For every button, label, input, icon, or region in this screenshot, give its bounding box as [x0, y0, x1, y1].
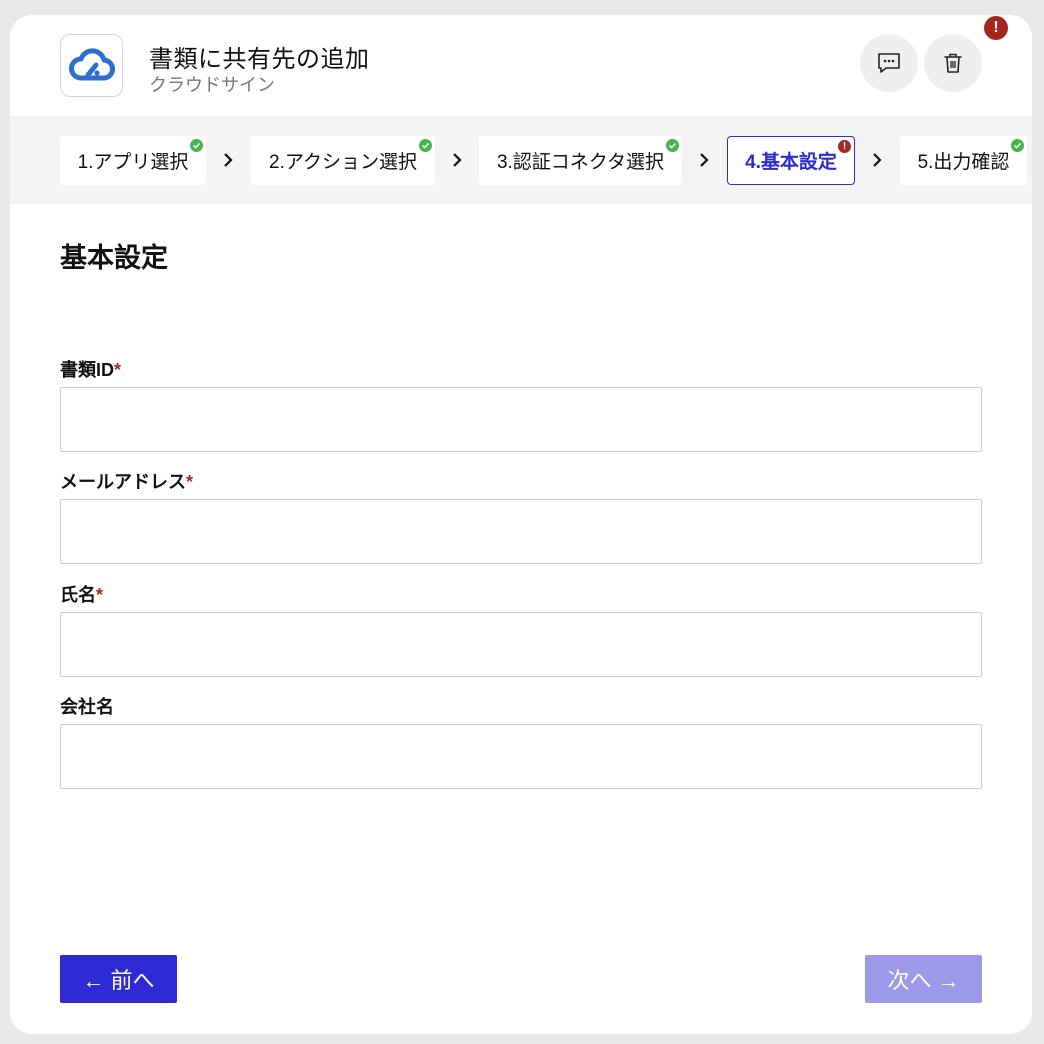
- prev-button[interactable]: ← 前へ: [60, 955, 177, 1003]
- step-output-confirm[interactable]: 5.出力確認: [900, 136, 1027, 185]
- page-title: 書類に共有先の追加: [149, 46, 370, 73]
- app-icon: [60, 34, 123, 97]
- field-label-name: 氏名*: [60, 585, 104, 605]
- step-label: 2.アクション選択: [269, 152, 417, 173]
- check-icon: [666, 139, 679, 152]
- delete-button[interactable]: [924, 34, 982, 92]
- step-label: 3.認証コネクタ選択: [496, 152, 665, 173]
- section-title: 基本設定: [60, 243, 168, 273]
- chevron-right-icon: [450, 151, 464, 169]
- check-icon: [419, 139, 432, 152]
- chevron-right-icon: [221, 151, 235, 169]
- dialog-header: 書類に共有先の追加 クラウドサイン: [10, 15, 1032, 116]
- error-icon: !: [838, 140, 851, 153]
- field-label-document-id: 書類ID*: [60, 360, 122, 380]
- step-label: 5.出力確認: [917, 152, 1010, 173]
- step-action-select[interactable]: 2.アクション選択: [251, 136, 435, 185]
- trash-icon: [944, 53, 962, 73]
- step-label: 4.基本設定: [745, 152, 837, 173]
- step-navigation: 1.アプリ選択 2.アクション選択 3.認証コネクタ選択 4.基本設定 ! 5.…: [10, 116, 1032, 204]
- document-id-input[interactable]: [60, 387, 982, 452]
- step-basic-settings[interactable]: 4.基本設定 !: [727, 136, 855, 185]
- alert-badge[interactable]: !: [984, 16, 1008, 40]
- check-icon: [1011, 139, 1024, 152]
- step-label: 1.アプリ選択: [77, 152, 189, 173]
- name-input[interactable]: [60, 612, 982, 677]
- step-app-select[interactable]: 1.アプリ選択: [60, 136, 206, 185]
- comment-icon: [878, 53, 900, 73]
- required-mark: *: [114, 360, 122, 380]
- check-icon: [190, 139, 203, 152]
- field-label-email: メールアドレス*: [60, 472, 194, 492]
- next-button[interactable]: 次へ →: [865, 955, 982, 1003]
- step-connector-select[interactable]: 3.認証コネクタ選択: [479, 136, 682, 185]
- field-label-company: 会社名: [60, 697, 114, 717]
- required-mark: *: [96, 585, 104, 605]
- comment-button[interactable]: [860, 34, 918, 92]
- company-name-input[interactable]: [60, 724, 982, 789]
- app-name: クラウドサイン: [149, 75, 275, 95]
- required-mark: *: [186, 472, 194, 492]
- chevron-right-icon: [697, 151, 711, 169]
- email-input[interactable]: [60, 499, 982, 564]
- dialog-card: 書類に共有先の追加 クラウドサイン 1.アプリ選択 2.アクション選択 3.認証…: [10, 15, 1032, 1034]
- chevron-right-icon: [870, 151, 884, 169]
- cloud-sign-icon: [68, 47, 115, 80]
